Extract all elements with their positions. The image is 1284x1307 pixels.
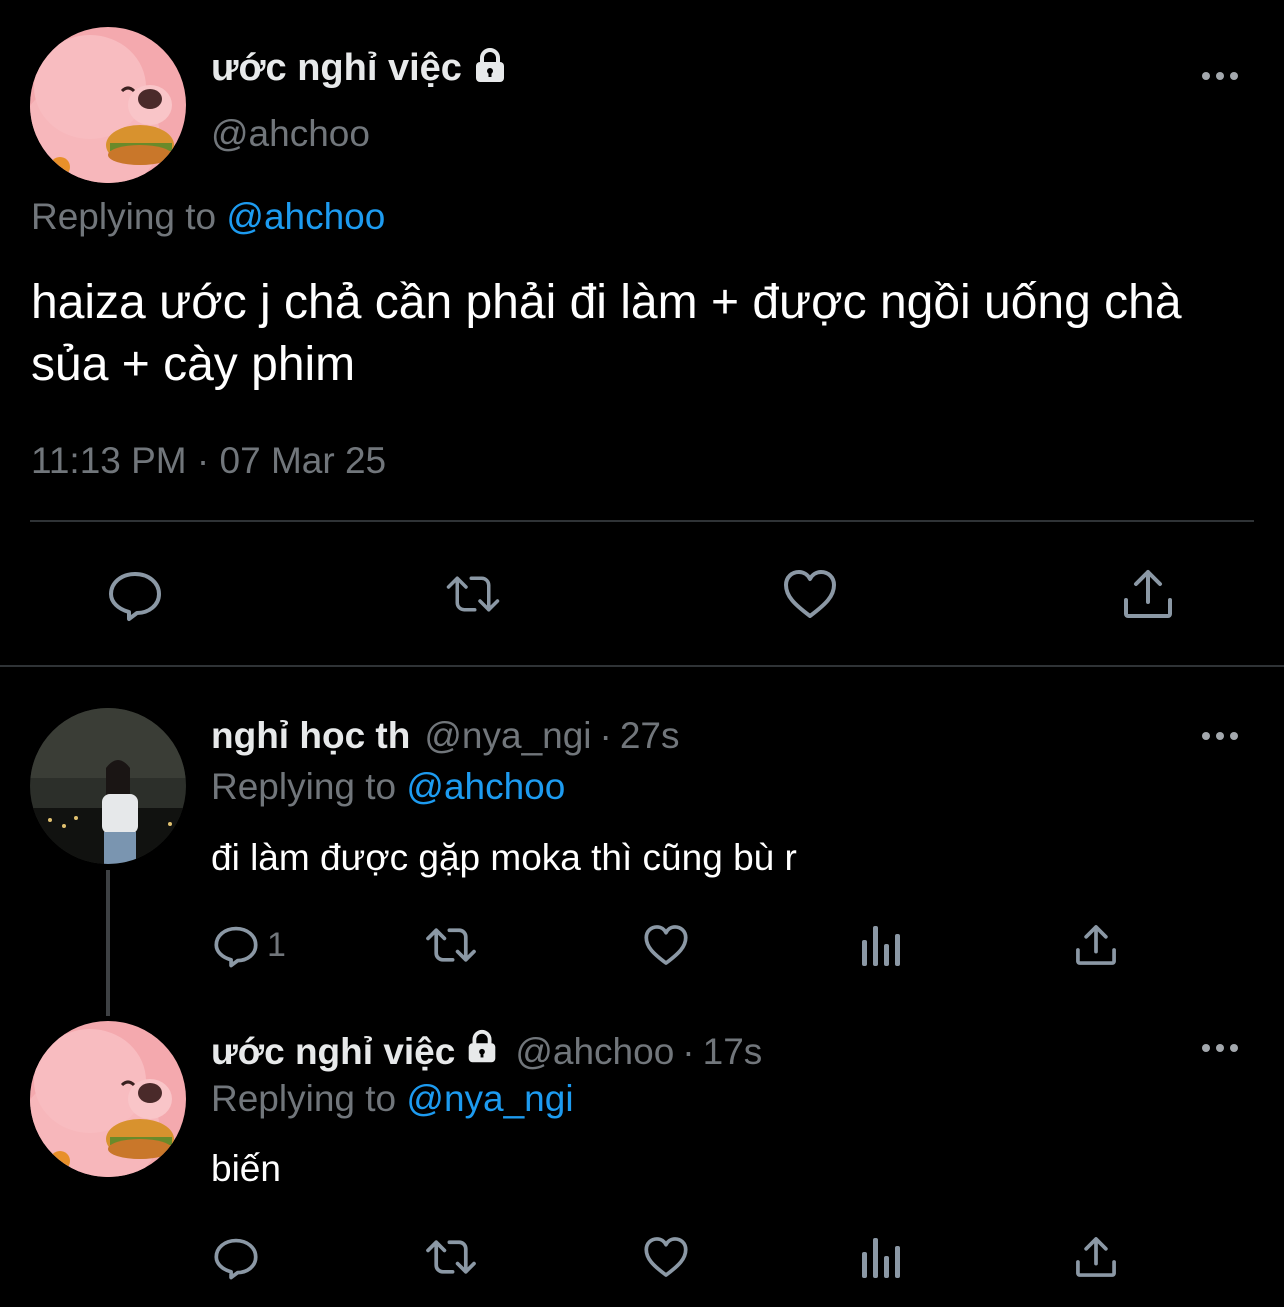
divider [30,520,1254,522]
separator-dot: · [682,1031,695,1072]
share-icon [1124,570,1172,618]
tweet-timestamp[interactable]: 11:13 PM · 07 Mar 25 [31,438,386,484]
replying-to: Replying to @ahchoo [211,764,565,810]
author-handle[interactable]: @ahchoo [211,110,370,158]
avatar[interactable] [30,1021,186,1177]
retweet-icon [446,576,500,612]
separator-dot: · [599,715,612,756]
replying-prefix: Replying to [31,196,217,237]
lock-icon [470,46,510,91]
tweet-text: haiza ước j chả cần phải đi làm + được n… [31,276,1182,391]
thread-connector-line [106,870,110,1016]
author-handle[interactable]: @ahchoo [515,1028,674,1076]
analytics-button[interactable] [860,919,902,971]
reply-time[interactable]: 17s [703,1028,763,1076]
like-button[interactable] [782,566,838,622]
tweet-text: biến [211,1148,281,1189]
reply-count: 1 [267,925,286,964]
reply-icon [214,1238,258,1280]
reply-icon [214,926,258,968]
analytics-icon [862,1238,900,1278]
retweet-button[interactable] [424,919,478,971]
analytics-icon [862,926,900,966]
replying-to: Replying to @ahchoo [31,194,385,240]
retweet-icon [426,1240,476,1274]
avatar[interactable] [30,708,186,864]
like-button[interactable] [642,919,690,971]
replying-mention-link[interactable]: @nya_ngi [406,1078,573,1119]
tweet-thread: ước nghỉ việc @ahchoo Replying to @ahcho… [0,0,1284,1307]
like-icon [644,1237,688,1277]
author-display-name[interactable]: nghỉ học th [211,712,410,760]
share-button[interactable] [1120,566,1176,622]
analytics-button[interactable] [860,1231,902,1283]
retweet-button[interactable] [424,1231,478,1283]
share-button[interactable] [1073,919,1119,971]
reply-button[interactable] [213,1231,267,1283]
author-display-name[interactable]: ước nghỉ việc [211,1028,455,1076]
retweet-button[interactable] [445,566,501,622]
lock-icon [463,1028,501,1078]
more-options-icon[interactable] [1200,729,1240,743]
more-options-icon[interactable] [1200,1041,1240,1055]
share-icon [1076,1237,1116,1277]
reply-header: nghỉ học th @nya_ngi · 27s [211,712,680,760]
retweet-icon [426,928,476,962]
more-options-icon[interactable] [1200,69,1240,83]
replying-prefix: Replying to [211,1078,397,1119]
divider [0,665,1284,667]
share-button[interactable] [1073,1231,1119,1283]
author-name-row: ước nghỉ việc [211,44,510,92]
reply-icon [109,572,161,621]
reply-button[interactable] [107,566,163,622]
reply-time[interactable]: 27s [620,712,680,760]
reply-button[interactable]: 1 [213,919,286,971]
reply-header: ước nghỉ việc @ahchoo · 17s [211,1028,762,1078]
like-icon [784,570,836,618]
avatar[interactable] [30,27,186,183]
like-icon [644,925,688,965]
author-display-name[interactable]: ước nghỉ việc [211,44,462,92]
replying-to: Replying to @nya_ngi [211,1076,574,1122]
share-icon [1076,925,1116,965]
replying-mention-link[interactable]: @ahchoo [226,196,385,237]
replying-prefix: Replying to [211,766,397,807]
replying-mention-link[interactable]: @ahchoo [406,766,565,807]
author-handle[interactable]: @nya_ngi [424,712,591,760]
tweet-text: đi làm được gặp moka thì cũng bù r [211,837,797,878]
like-button[interactable] [642,1231,690,1283]
